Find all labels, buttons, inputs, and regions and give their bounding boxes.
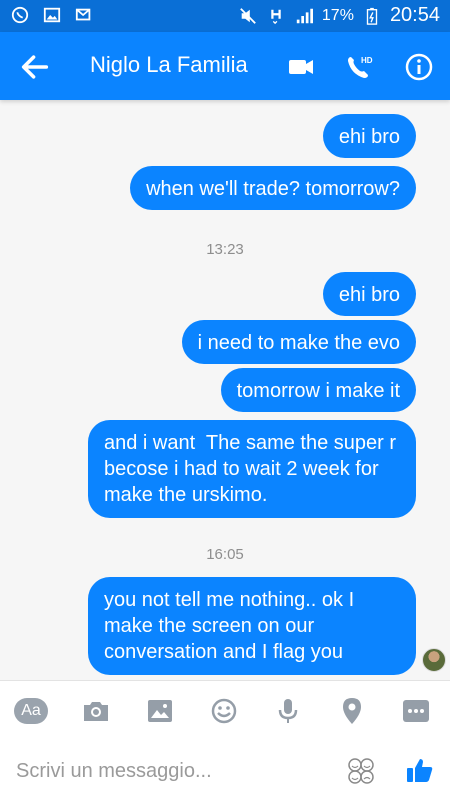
signal-icon	[296, 8, 313, 23]
composer-toolbar: Aa	[0, 680, 450, 741]
message-bubble[interactable]: i need to make the evo	[181, 320, 416, 364]
message-bubble[interactable]: and i want The same the super r becose i…	[88, 420, 416, 518]
mail-icon	[75, 8, 91, 21]
message-composer: Scrivi un messaggio...	[0, 740, 450, 800]
battery-icon	[366, 7, 378, 25]
location-pin-icon[interactable]	[336, 695, 368, 727]
microphone-icon[interactable]	[272, 695, 304, 727]
mute-icon	[240, 7, 256, 24]
data-h-icon	[271, 9, 281, 24]
status-bar: 17% 20:54	[0, 0, 450, 32]
emoji-icon[interactable]	[208, 695, 240, 727]
message-input[interactable]: Scrivi un messaggio...	[16, 760, 212, 783]
camera-icon[interactable]	[80, 695, 112, 727]
conversation-title[interactable]: Niglo La Familia	[90, 52, 248, 78]
stickers-icon[interactable]	[346, 756, 376, 786]
more-icon[interactable]	[400, 695, 432, 727]
seen-avatar	[422, 648, 446, 672]
hd-phone-icon[interactable]: HD	[344, 52, 374, 82]
aa-label: Aa	[21, 702, 41, 719]
text-style-button[interactable]: Aa	[14, 698, 48, 724]
message-thread[interactable]: ehi bro when we'll trade? tomorrow? 13:2…	[0, 100, 450, 680]
back-arrow-icon[interactable]	[18, 50, 52, 84]
gallery-notification-icon	[43, 7, 61, 23]
video-call-icon[interactable]	[286, 52, 316, 82]
conversation-header: Niglo La Familia HD	[0, 32, 450, 100]
timestamp: 16:05	[206, 546, 244, 563]
whatsapp-icon	[11, 6, 29, 24]
message-bubble[interactable]: when we'll trade? tomorrow?	[130, 166, 416, 210]
message-bubble[interactable]: you not tell me nothing.. ok I make the …	[88, 577, 416, 675]
clock: 20:54	[389, 4, 440, 26]
timestamp: 13:23	[206, 241, 244, 258]
info-icon[interactable]	[404, 52, 434, 82]
message-bubble[interactable]: tomorrow i make it	[220, 368, 416, 412]
battery-percent: 17%	[321, 6, 354, 24]
message-bubble[interactable]: ehi bro	[322, 272, 416, 316]
gallery-icon[interactable]	[144, 695, 176, 727]
message-bubble[interactable]: ehi bro	[322, 114, 416, 158]
thumbs-up-icon[interactable]	[404, 754, 436, 786]
svg-text:HD: HD	[361, 56, 373, 65]
